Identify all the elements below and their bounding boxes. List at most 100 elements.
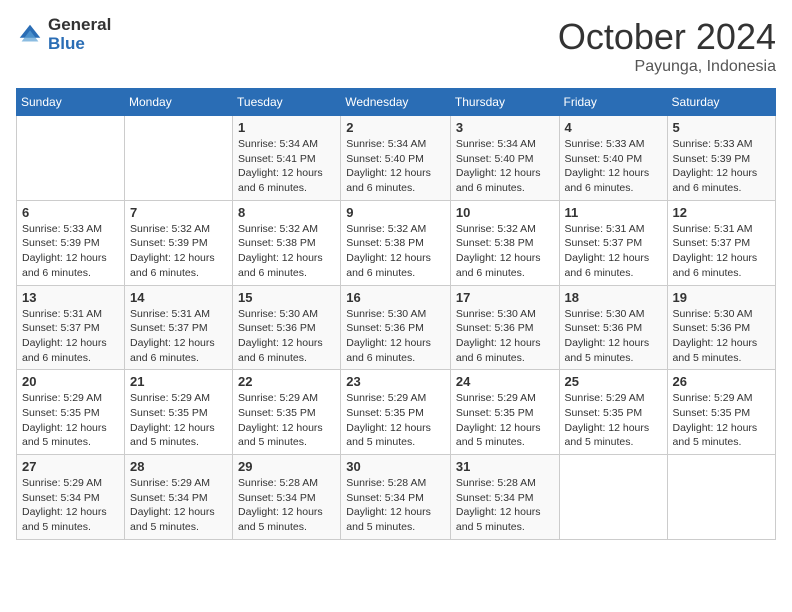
day-number: 17 bbox=[456, 290, 554, 305]
day-info: Sunrise: 5:30 AM Sunset: 5:36 PM Dayligh… bbox=[238, 307, 335, 366]
logo-general: General bbox=[48, 16, 111, 35]
calendar-cell: 2 Sunrise: 5:34 AM Sunset: 5:40 PM Daylig… bbox=[341, 116, 451, 201]
calendar-cell: 13 Sunrise: 5:31 AM Sunset: 5:37 PM Dayli… bbox=[17, 285, 125, 370]
day-number: 25 bbox=[565, 374, 662, 389]
day-info: Sunrise: 5:32 AM Sunset: 5:38 PM Dayligh… bbox=[346, 222, 445, 281]
day-number: 12 bbox=[673, 205, 770, 220]
day-info: Sunrise: 5:31 AM Sunset: 5:37 PM Dayligh… bbox=[22, 307, 119, 366]
day-info: Sunrise: 5:29 AM Sunset: 5:35 PM Dayligh… bbox=[130, 391, 227, 450]
day-info: Sunrise: 5:29 AM Sunset: 5:35 PM Dayligh… bbox=[22, 391, 119, 450]
logo-icon bbox=[16, 21, 44, 49]
calendar-week-row: 27 Sunrise: 5:29 AM Sunset: 5:34 PM Dayli… bbox=[17, 455, 776, 540]
weekday-header: Monday bbox=[125, 89, 233, 116]
day-number: 20 bbox=[22, 374, 119, 389]
day-number: 21 bbox=[130, 374, 227, 389]
day-info: Sunrise: 5:29 AM Sunset: 5:35 PM Dayligh… bbox=[456, 391, 554, 450]
calendar-cell: 16 Sunrise: 5:30 AM Sunset: 5:36 PM Dayli… bbox=[341, 285, 451, 370]
day-info: Sunrise: 5:29 AM Sunset: 5:35 PM Dayligh… bbox=[346, 391, 445, 450]
day-info: Sunrise: 5:32 AM Sunset: 5:39 PM Dayligh… bbox=[130, 222, 227, 281]
day-info: Sunrise: 5:32 AM Sunset: 5:38 PM Dayligh… bbox=[238, 222, 335, 281]
calendar-cell: 22Sunrise: 5:29 AM Sunset: 5:35 PM Dayli… bbox=[233, 370, 341, 455]
weekday-header: Thursday bbox=[450, 89, 559, 116]
day-number: 7 bbox=[130, 205, 227, 220]
calendar-cell bbox=[17, 116, 125, 201]
calendar-cell: 29Sunrise: 5:28 AM Sunset: 5:34 PM Dayli… bbox=[233, 455, 341, 540]
day-info: Sunrise: 5:34 AM Sunset: 5:40 PM Dayligh… bbox=[346, 137, 445, 196]
day-info: Sunrise: 5:31 AM Sunset: 5:37 PM Dayligh… bbox=[565, 222, 662, 281]
calendar-cell: 18Sunrise: 5:30 AM Sunset: 5:36 PM Dayli… bbox=[559, 285, 667, 370]
day-number: 2 bbox=[346, 120, 445, 135]
day-info: Sunrise: 5:29 AM Sunset: 5:34 PM Dayligh… bbox=[130, 476, 227, 535]
day-number: 13 bbox=[22, 290, 119, 305]
calendar-week-row: 6 Sunrise: 5:33 AM Sunset: 5:39 PM Daylig… bbox=[17, 200, 776, 285]
calendar-cell: 3 Sunrise: 5:34 AM Sunset: 5:40 PM Daylig… bbox=[450, 116, 559, 201]
logo: General Blue bbox=[16, 16, 111, 53]
calendar-cell bbox=[667, 455, 775, 540]
day-number: 27 bbox=[22, 459, 119, 474]
day-number: 28 bbox=[130, 459, 227, 474]
day-number: 9 bbox=[346, 205, 445, 220]
day-info: Sunrise: 5:29 AM Sunset: 5:35 PM Dayligh… bbox=[673, 391, 770, 450]
day-info: Sunrise: 5:28 AM Sunset: 5:34 PM Dayligh… bbox=[456, 476, 554, 535]
calendar-cell: 12 Sunrise: 5:31 AM Sunset: 5:37 PM Dayli… bbox=[667, 200, 775, 285]
location-title: Payunga, Indonesia bbox=[558, 58, 776, 76]
calendar-cell: 20 Sunrise: 5:29 AM Sunset: 5:35 PM Dayli… bbox=[17, 370, 125, 455]
calendar-week-row: 20 Sunrise: 5:29 AM Sunset: 5:35 PM Dayli… bbox=[17, 370, 776, 455]
day-number: 15 bbox=[238, 290, 335, 305]
calendar-cell: 21 Sunrise: 5:29 AM Sunset: 5:35 PM Dayli… bbox=[125, 370, 233, 455]
day-number: 10 bbox=[456, 205, 554, 220]
day-number: 30 bbox=[346, 459, 445, 474]
day-info: Sunrise: 5:33 AM Sunset: 5:39 PM Dayligh… bbox=[673, 137, 770, 196]
day-number: 4 bbox=[565, 120, 662, 135]
day-number: 16 bbox=[346, 290, 445, 305]
logo-blue: Blue bbox=[48, 35, 111, 54]
day-info: Sunrise: 5:34 AM Sunset: 5:41 PM Dayligh… bbox=[238, 137, 335, 196]
day-info: Sunrise: 5:30 AM Sunset: 5:36 PM Dayligh… bbox=[346, 307, 445, 366]
calendar-cell: 7 Sunrise: 5:32 AM Sunset: 5:39 PM Daylig… bbox=[125, 200, 233, 285]
calendar-week-row: 1 Sunrise: 5:34 AM Sunset: 5:41 PM Daylig… bbox=[17, 116, 776, 201]
day-number: 6 bbox=[22, 205, 119, 220]
day-info: Sunrise: 5:28 AM Sunset: 5:34 PM Dayligh… bbox=[238, 476, 335, 535]
calendar-cell: 31 Sunrise: 5:28 AM Sunset: 5:34 PM Dayli… bbox=[450, 455, 559, 540]
day-info: Sunrise: 5:30 AM Sunset: 5:36 PM Dayligh… bbox=[565, 307, 662, 366]
calendar-cell: 19Sunrise: 5:30 AM Sunset: 5:36 PM Dayli… bbox=[667, 285, 775, 370]
calendar-week-row: 13 Sunrise: 5:31 AM Sunset: 5:37 PM Dayli… bbox=[17, 285, 776, 370]
day-number: 31 bbox=[456, 459, 554, 474]
calendar-cell: 15 Sunrise: 5:30 AM Sunset: 5:36 PM Dayli… bbox=[233, 285, 341, 370]
calendar-cell: 14Sunrise: 5:31 AM Sunset: 5:37 PM Dayli… bbox=[125, 285, 233, 370]
day-number: 19 bbox=[673, 290, 770, 305]
day-number: 3 bbox=[456, 120, 554, 135]
calendar-cell: 28 Sunrise: 5:29 AM Sunset: 5:34 PM Dayli… bbox=[125, 455, 233, 540]
calendar-cell: 23 Sunrise: 5:29 AM Sunset: 5:35 PM Dayli… bbox=[341, 370, 451, 455]
day-number: 1 bbox=[238, 120, 335, 135]
day-info: Sunrise: 5:33 AM Sunset: 5:39 PM Dayligh… bbox=[22, 222, 119, 281]
day-number: 26 bbox=[673, 374, 770, 389]
weekday-header: Saturday bbox=[667, 89, 775, 116]
calendar-cell bbox=[559, 455, 667, 540]
calendar-cell: 25 Sunrise: 5:29 AM Sunset: 5:35 PM Dayli… bbox=[559, 370, 667, 455]
logo-text: General Blue bbox=[48, 16, 111, 53]
title-block: October 2024 Payunga, Indonesia bbox=[558, 16, 776, 76]
day-number: 5 bbox=[673, 120, 770, 135]
day-info: Sunrise: 5:31 AM Sunset: 5:37 PM Dayligh… bbox=[673, 222, 770, 281]
calendar-cell: 6 Sunrise: 5:33 AM Sunset: 5:39 PM Daylig… bbox=[17, 200, 125, 285]
calendar-cell bbox=[125, 116, 233, 201]
calendar-cell: 27Sunrise: 5:29 AM Sunset: 5:34 PM Dayli… bbox=[17, 455, 125, 540]
day-info: Sunrise: 5:29 AM Sunset: 5:35 PM Dayligh… bbox=[565, 391, 662, 450]
calendar-cell: 11 Sunrise: 5:31 AM Sunset: 5:37 PM Dayli… bbox=[559, 200, 667, 285]
weekday-header: Sunday bbox=[17, 89, 125, 116]
day-number: 8 bbox=[238, 205, 335, 220]
day-number: 24 bbox=[456, 374, 554, 389]
day-info: Sunrise: 5:30 AM Sunset: 5:36 PM Dayligh… bbox=[456, 307, 554, 366]
day-info: Sunrise: 5:28 AM Sunset: 5:34 PM Dayligh… bbox=[346, 476, 445, 535]
day-info: Sunrise: 5:34 AM Sunset: 5:40 PM Dayligh… bbox=[456, 137, 554, 196]
day-number: 23 bbox=[346, 374, 445, 389]
day-info: Sunrise: 5:29 AM Sunset: 5:35 PM Dayligh… bbox=[238, 391, 335, 450]
calendar-cell: 17 Sunrise: 5:30 AM Sunset: 5:36 PM Dayli… bbox=[450, 285, 559, 370]
day-info: Sunrise: 5:32 AM Sunset: 5:38 PM Dayligh… bbox=[456, 222, 554, 281]
calendar-cell: 8 Sunrise: 5:32 AM Sunset: 5:38 PM Daylig… bbox=[233, 200, 341, 285]
calendar-header-row: SundayMondayTuesdayWednesdayThursdayFrid… bbox=[17, 89, 776, 116]
calendar-cell: 24 Sunrise: 5:29 AM Sunset: 5:35 PM Dayli… bbox=[450, 370, 559, 455]
calendar-cell: 9 Sunrise: 5:32 AM Sunset: 5:38 PM Daylig… bbox=[341, 200, 451, 285]
day-number: 11 bbox=[565, 205, 662, 220]
